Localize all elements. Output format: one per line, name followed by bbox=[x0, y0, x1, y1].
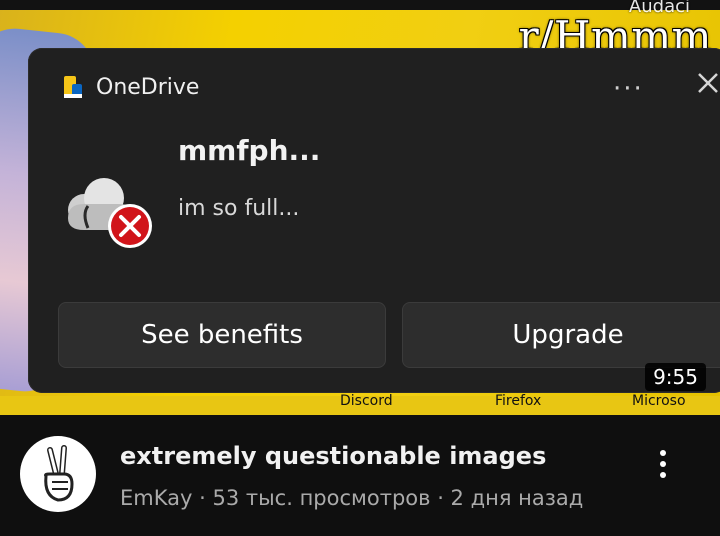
cloud-error-icon bbox=[62, 170, 160, 252]
thumbnail-top-bar bbox=[0, 0, 720, 10]
taskbar-label-firefox: Firefox bbox=[495, 393, 542, 409]
upgrade-button[interactable]: Upgrade bbox=[402, 302, 720, 368]
view-count: 53 тыс. просмотров bbox=[212, 486, 431, 510]
notification-title: mmfph... bbox=[178, 134, 321, 167]
taskbar-strip: Discord Firefox Microso bbox=[0, 393, 720, 415]
app-name: OneDrive bbox=[96, 74, 200, 100]
video-thumbnail[interactable]: Audaci r/Hmmm Discord Firefox Microso On… bbox=[0, 0, 720, 415]
peace-hand-icon bbox=[44, 445, 74, 502]
upload-age: 2 дня назад bbox=[450, 486, 584, 510]
taskbar-label-microsoft: Microso bbox=[632, 393, 686, 409]
onedrive-logo-icon bbox=[62, 74, 84, 100]
channel-avatar[interactable] bbox=[20, 436, 96, 512]
onedrive-notification: OneDrive ··· mmfph... im so full... See … bbox=[28, 48, 720, 393]
more-options-icon[interactable]: ··· bbox=[613, 74, 644, 104]
see-benefits-button[interactable]: See benefits bbox=[58, 302, 386, 368]
meta-separator-1: · bbox=[192, 486, 213, 510]
taskbar-label-discord: Discord bbox=[340, 393, 393, 409]
channel-name[interactable]: EmKay bbox=[120, 486, 192, 510]
meta-separator-2: · bbox=[430, 486, 451, 510]
close-icon[interactable] bbox=[693, 68, 720, 98]
video-menu-icon[interactable] bbox=[652, 446, 674, 486]
notification-message: im so full... bbox=[178, 196, 300, 221]
video-title[interactable]: extremely questionable images bbox=[120, 442, 546, 470]
duration-badge: 9:55 bbox=[645, 363, 706, 391]
video-meta: EmKay · 53 тыс. просмотров · 2 дня назад bbox=[120, 486, 583, 510]
notification-header: OneDrive bbox=[62, 74, 199, 100]
